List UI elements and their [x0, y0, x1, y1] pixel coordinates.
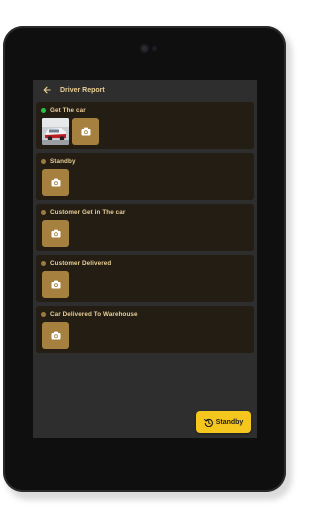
camera-icon [51, 229, 60, 238]
camera-icon [51, 178, 60, 187]
step-card-car-delivered-warehouse: Car Delivered To Warehouse [36, 306, 254, 353]
step-card-get-the-car: Get The car [36, 102, 254, 149]
status-dot-pending [41, 159, 46, 164]
add-photo-button[interactable] [42, 322, 69, 349]
add-photo-button[interactable] [42, 220, 69, 247]
camera-icon [81, 127, 90, 136]
status-dot-pending [41, 261, 46, 266]
arrow-left-icon [43, 86, 51, 94]
step-label: Customer Get in The car [50, 209, 126, 216]
app-screen: Driver Report Get The car Standby Custom… [33, 80, 257, 438]
camera-icon [51, 280, 60, 289]
status-dot-pending [41, 312, 46, 317]
step-label: Standby [50, 158, 76, 165]
step-card-customer-delivered: Customer Delivered [36, 255, 254, 302]
step-card-standby: Standby [36, 153, 254, 200]
standby-label: Standby [215, 418, 244, 426]
front-camera [140, 44, 149, 53]
history-icon [203, 418, 213, 427]
standby-button[interactable]: Standby [196, 411, 251, 433]
add-photo-button[interactable] [42, 169, 69, 196]
back-button[interactable] [38, 80, 56, 100]
status-dot-completed [41, 108, 46, 113]
camera-icon [51, 331, 60, 340]
status-dot-pending [41, 210, 46, 215]
page-title: Driver Report [60, 86, 105, 94]
app-bar: Driver Report [33, 80, 257, 100]
step-label: Customer Delivered [50, 260, 112, 267]
step-card-customer-get-in: Customer Get in The car [36, 204, 254, 251]
camera-sensor [152, 46, 157, 51]
add-photo-button[interactable] [72, 118, 99, 145]
car-photo-thumbnail[interactable] [42, 118, 69, 145]
add-photo-button[interactable] [42, 271, 69, 298]
step-label: Get The car [50, 107, 86, 114]
step-label: Car Delivered To Warehouse [50, 311, 138, 318]
